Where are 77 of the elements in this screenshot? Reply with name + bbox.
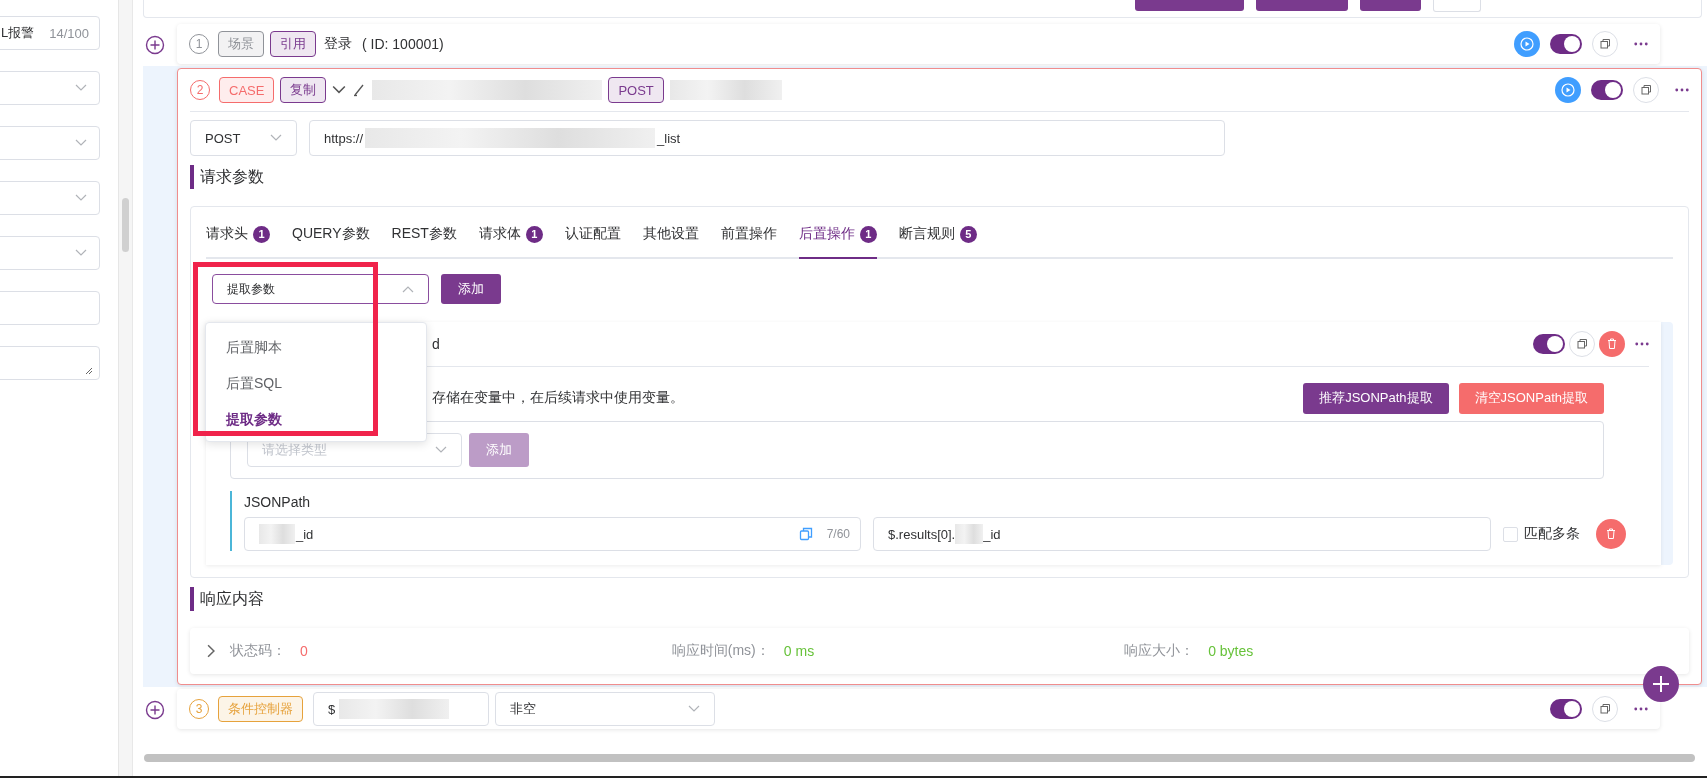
tab[interactable]: 认证配置	[564, 207, 621, 259]
section-heading: 响应内容	[190, 587, 1689, 611]
tab[interactable]: QUERY参数	[292, 207, 370, 259]
toggle-switch[interactable]	[1591, 80, 1623, 100]
more-icon[interactable]	[1675, 88, 1689, 92]
chevron-down-icon	[270, 134, 282, 142]
step-tag: CASE	[219, 77, 275, 103]
operator-select[interactable]: 非空	[495, 692, 715, 726]
add-step-icon[interactable]	[145, 700, 165, 720]
scrollbar-thumb[interactable]	[144, 754, 1695, 762]
chevron-down-icon	[688, 705, 700, 713]
chevron-down-icon	[435, 446, 447, 454]
section-label: JSONPath	[244, 493, 312, 512]
chevron-down-icon	[75, 249, 87, 257]
operation-select[interactable]: 提取参数	[212, 274, 429, 304]
tab[interactable]: REST参数	[391, 207, 457, 259]
step-id: ( ID: 100001)	[362, 36, 444, 52]
chevron-down-icon	[75, 139, 87, 147]
delete-icon[interactable]	[1596, 519, 1626, 549]
condition-field[interactable]: $	[313, 692, 489, 726]
tab[interactable]: 断言规则 5	[898, 207, 977, 259]
menu-item[interactable]: 后置SQL	[206, 365, 426, 401]
toggle-switch[interactable]	[1533, 334, 1565, 354]
jsonpath-button[interactable]: 推荐JSONPath提取	[1303, 382, 1449, 414]
add-step-icon[interactable]	[145, 35, 165, 55]
delete-icon[interactable]	[1599, 331, 1625, 357]
copy-icon[interactable]	[1592, 31, 1618, 57]
size-label: 响应大小：	[1124, 642, 1195, 660]
chevron-up-icon	[402, 285, 414, 293]
step-tag: 条件控制器	[218, 696, 303, 722]
operation-title: d	[432, 336, 440, 352]
tab[interactable]: 请求体 1	[478, 207, 543, 259]
time-label: 响应时间(ms)：	[671, 642, 770, 660]
add-button[interactable]: 添加	[441, 274, 501, 304]
toggle-switch[interactable]	[1550, 34, 1582, 54]
variable-name-field[interactable]: _id 7/60	[244, 517, 861, 551]
scrollbar-thumb[interactable]	[122, 198, 129, 252]
add-fab-icon[interactable]	[1643, 666, 1679, 702]
play-icon[interactable]	[1514, 31, 1540, 57]
toggle-switch[interactable]	[1550, 699, 1582, 719]
section-heading: 请求参数	[190, 165, 1689, 189]
method-select[interactable]: POST	[190, 120, 297, 156]
text-field[interactable]	[0, 291, 100, 325]
tab[interactable]: 后置操作 1	[798, 207, 877, 259]
text-field[interactable]: L报警 14/100	[0, 16, 100, 50]
step-tag: 场景	[218, 31, 264, 57]
tab[interactable]: 前置操作	[720, 207, 777, 259]
select-field[interactable]	[0, 236, 100, 270]
chevron-down-icon	[75, 84, 87, 92]
more-icon[interactable]	[1634, 707, 1648, 711]
status-label: 状态码：	[230, 642, 286, 660]
url-field[interactable]: https:// _list	[309, 120, 1225, 156]
copy-icon[interactable]	[798, 527, 813, 541]
match-multiple-checkbox[interactable]: 匹配多条	[1503, 525, 1580, 543]
status-value: 0	[300, 643, 308, 659]
more-icon[interactable]	[1635, 342, 1649, 346]
expression-field[interactable]: $.results[0]. _id	[873, 517, 1491, 551]
step-tag: 引用	[270, 31, 316, 57]
tab[interactable]: 其他设置	[642, 207, 699, 259]
select-field[interactable]	[0, 126, 100, 160]
play-icon[interactable]	[1555, 77, 1581, 103]
resize-grip-icon	[85, 367, 93, 375]
select-field[interactable]	[0, 181, 100, 215]
copy-icon[interactable]	[1633, 77, 1659, 103]
description-text: 存储在变量中，在后续请求中使用变量。	[432, 389, 684, 407]
menu-item[interactable]: 后置脚本	[206, 329, 426, 365]
copy-icon[interactable]	[1569, 331, 1595, 357]
copy-icon[interactable]	[1592, 696, 1618, 722]
size-value: 0 bytes	[1208, 643, 1254, 659]
step-title: 登录	[324, 35, 352, 53]
chevron-down-icon	[75, 194, 87, 202]
method-tag: POST	[608, 77, 664, 103]
more-icon[interactable]	[1634, 42, 1648, 46]
time-value: 0 ms	[783, 643, 815, 659]
step-tag: 复制	[280, 77, 327, 103]
tab[interactable]: 请求头 1	[206, 207, 270, 259]
select-field[interactable]	[0, 71, 100, 105]
